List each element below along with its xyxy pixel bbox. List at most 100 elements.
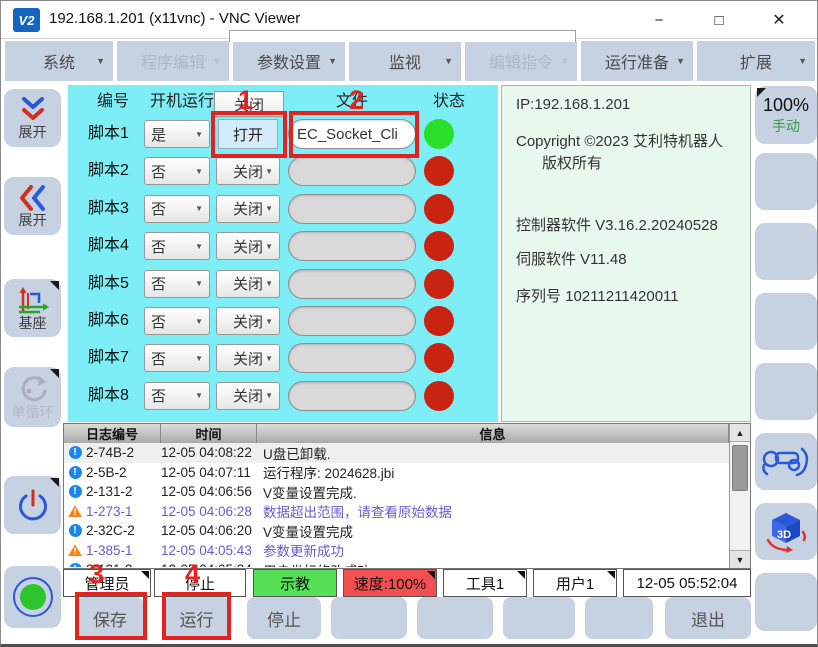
menu-item-2: 程序编辑▼ bbox=[117, 41, 229, 81]
status-led-red bbox=[424, 231, 454, 261]
log-col-message: 信息 bbox=[257, 424, 729, 443]
status-led-red bbox=[424, 156, 454, 186]
scroll-up-icon[interactable]: ▲ bbox=[730, 424, 750, 442]
chevron-down-icon: ▼ bbox=[444, 56, 453, 66]
script-file-field[interactable] bbox=[288, 156, 416, 186]
corner-mark-icon bbox=[50, 478, 59, 487]
boot-run-dropdown[interactable]: 否▼ bbox=[144, 344, 210, 372]
annotation-box-3 bbox=[75, 592, 147, 640]
stop-button[interactable]: 停止 bbox=[247, 597, 321, 639]
close-button[interactable]: ✕ bbox=[763, 5, 795, 35]
script-file-field[interactable] bbox=[288, 231, 416, 261]
chevron-down-icon: ▼ bbox=[265, 242, 273, 251]
log-id: 2-5B-2 bbox=[86, 465, 161, 480]
boot-run-dropdown[interactable]: 否▼ bbox=[144, 382, 210, 410]
script-name-label: 脚本6 bbox=[88, 306, 144, 336]
status-tool[interactable]: 工具1 bbox=[443, 569, 527, 597]
action-value: 关闭 bbox=[233, 385, 263, 406]
power-icon bbox=[13, 485, 53, 525]
base-frame-button[interactable]: 基座 bbox=[4, 279, 61, 337]
log-scrollbar[interactable]: ▲ ▼ bbox=[729, 424, 750, 568]
log-row[interactable]: !1-273-112-05 04:06:28数据超出范围，请查看原始数据 bbox=[64, 502, 729, 522]
log-col-time: 时间 bbox=[161, 424, 257, 443]
script-file-field[interactable] bbox=[288, 194, 416, 224]
action-value: 关闭 bbox=[233, 348, 263, 369]
boot-run-dropdown[interactable]: 否▼ bbox=[144, 307, 210, 335]
status-led-red bbox=[424, 381, 454, 411]
status-teach-mode[interactable]: 示教 bbox=[253, 569, 337, 597]
action-value: 关闭 bbox=[233, 161, 263, 182]
action-dropdown[interactable]: 关闭▼ bbox=[216, 195, 280, 223]
script-file-field[interactable] bbox=[288, 343, 416, 373]
double-chevron-left-icon bbox=[16, 184, 50, 212]
maximize-button[interactable]: □ bbox=[703, 5, 735, 35]
action-dropdown[interactable]: 关闭▼ bbox=[216, 157, 280, 185]
action-dropdown[interactable]: 关闭▼ bbox=[216, 270, 280, 298]
action-value: 关闭 bbox=[233, 236, 263, 257]
log-row[interactable]: !2-131-212-05 04:06:56V变量设置完成. bbox=[64, 482, 729, 502]
status-clock: 12-05 05:52:04 bbox=[623, 569, 751, 597]
action-dropdown[interactable]: 关闭▼ bbox=[216, 232, 280, 260]
script-file-field[interactable] bbox=[288, 381, 416, 411]
speed-mode-button[interactable]: 100% 手动 bbox=[755, 86, 817, 144]
script-file-field[interactable] bbox=[288, 306, 416, 336]
status-user[interactable]: 用户1 bbox=[533, 569, 617, 597]
log-row[interactable]: !2-32C-212-05 04:06:20V变量设置完成 bbox=[64, 521, 729, 541]
log-icon-wrap: ! bbox=[64, 446, 86, 459]
boot-run-dropdown[interactable]: 否▼ bbox=[144, 195, 210, 223]
chevron-down-icon: ▼ bbox=[195, 130, 203, 139]
scroll-thumb[interactable] bbox=[732, 445, 748, 491]
expand-down-button[interactable]: 展开 bbox=[4, 89, 61, 147]
status-led-red bbox=[424, 343, 454, 373]
menu-item-1[interactable]: 系统▼ bbox=[5, 41, 113, 81]
expand-left-label: 展开 bbox=[19, 213, 47, 228]
action-value: 关闭 bbox=[233, 273, 263, 294]
boot-run-dropdown[interactable]: 否▼ bbox=[144, 232, 210, 260]
log-id: 1-273-1 bbox=[86, 504, 161, 519]
action-dropdown[interactable]: 关闭▼ bbox=[216, 344, 280, 372]
action-dropdown[interactable]: 关闭▼ bbox=[216, 307, 280, 335]
menu-item-label: 监视 bbox=[389, 49, 421, 73]
exit-button[interactable]: 退出 bbox=[665, 597, 751, 639]
copyright-line1: Copyright ©2023 艾利特机器人 bbox=[516, 130, 723, 151]
scroll-down-icon[interactable]: ▼ bbox=[730, 550, 750, 568]
menu-item-5: 编辑指令▼ bbox=[465, 41, 577, 81]
power-button[interactable] bbox=[4, 476, 61, 534]
chevron-down-icon: ▼ bbox=[265, 391, 273, 400]
speed-percent: 100% bbox=[763, 95, 809, 115]
menu-item-4[interactable]: 监视 ▼ bbox=[349, 41, 461, 81]
log-icon-wrap: ! bbox=[64, 524, 86, 537]
menu-item-label: 运行准备 bbox=[605, 49, 669, 73]
menu-item-3[interactable]: 参数设置▼ bbox=[233, 41, 345, 81]
info-icon: ! bbox=[69, 485, 82, 498]
script-name-label: 脚本2 bbox=[88, 156, 144, 186]
boot-run-dropdown[interactable]: 是▼ bbox=[144, 120, 210, 148]
minimize-button[interactable]: − bbox=[643, 5, 675, 35]
script-row: 脚本2否▼关闭▼ bbox=[68, 156, 498, 186]
annotation-box-4 bbox=[162, 592, 231, 640]
log-icon-wrap: ! bbox=[64, 544, 86, 556]
info-icon: ! bbox=[69, 446, 82, 459]
menu-item-6[interactable]: 运行准备▼ bbox=[581, 41, 693, 81]
boot-run-dropdown[interactable]: 否▼ bbox=[144, 270, 210, 298]
drag-teach-button[interactable] bbox=[755, 433, 817, 490]
script-row: 脚本4否▼关闭▼ bbox=[68, 231, 498, 261]
chevron-down-icon: ▼ bbox=[195, 354, 203, 363]
log-row[interactable]: !2-74B-212-05 04:08:22U盘已卸载. bbox=[64, 443, 729, 463]
servo-status-button[interactable] bbox=[4, 566, 61, 628]
vnc-logo-icon: V2 bbox=[13, 8, 40, 32]
script-file-field[interactable] bbox=[288, 269, 416, 299]
status-led-red bbox=[424, 194, 454, 224]
empty-button bbox=[755, 293, 817, 350]
chevron-down-icon: ▼ bbox=[265, 279, 273, 288]
view-3d-button[interactable]: 3D bbox=[755, 503, 817, 560]
log-row[interactable]: !2-5B-212-05 04:07:11运行程序: 2024628.jbi bbox=[64, 463, 729, 483]
boot-run-dropdown[interactable]: 否▼ bbox=[144, 157, 210, 185]
log-row[interactable]: !1-385-112-05 04:05:43参数更新成功 bbox=[64, 541, 729, 561]
log-icon-wrap: ! bbox=[64, 563, 86, 567]
log-row[interactable]: !2-131-212-05 04:05:34用户坐标修改成功 bbox=[64, 560, 729, 567]
status-speed[interactable]: 速度:100% bbox=[343, 569, 437, 597]
action-dropdown[interactable]: 关闭▼ bbox=[216, 382, 280, 410]
expand-left-button[interactable]: 展开 bbox=[4, 177, 61, 235]
menu-item-7[interactable]: 扩展▼ bbox=[697, 41, 815, 81]
